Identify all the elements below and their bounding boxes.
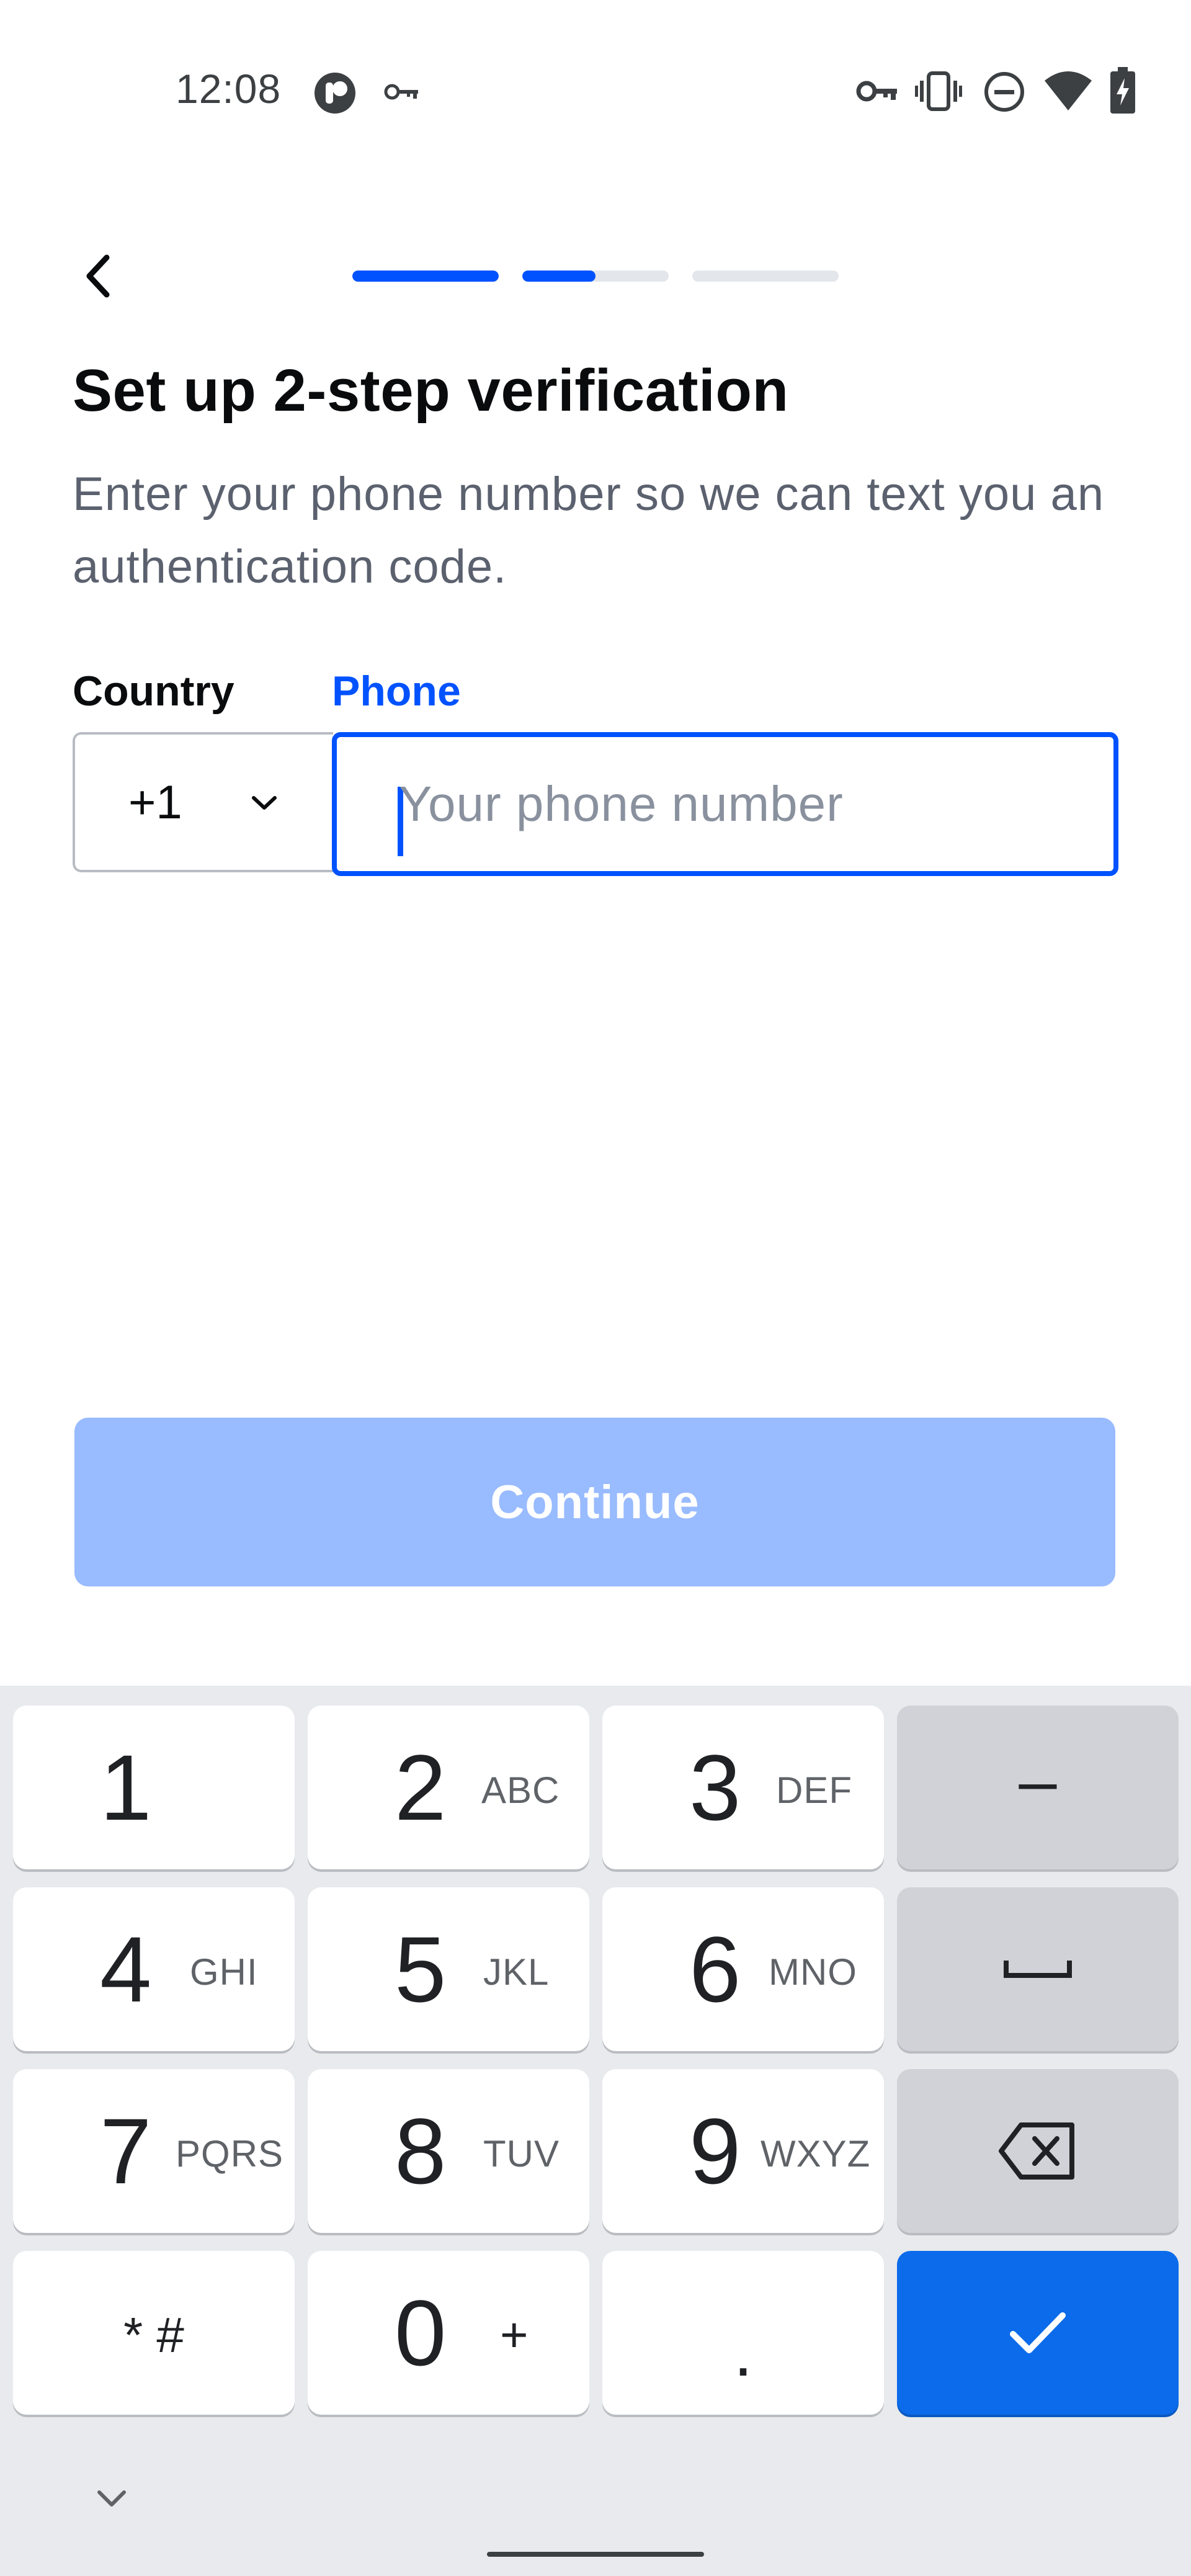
key-digit: 1 <box>100 1735 152 1840</box>
key-7[interactable]: 7 PQRS <box>13 2069 295 2233</box>
page-title: Set up 2-step verification <box>73 357 789 424</box>
key-1[interactable]: 1 <box>13 1706 295 1869</box>
key-dash-label: – <box>1019 1743 1057 1819</box>
key-digit: 7 <box>100 2099 152 2203</box>
progress-step-2 <box>522 271 669 282</box>
key-digit: 4 <box>100 1917 152 2021</box>
space-bar-icon <box>1004 1961 1072 1978</box>
key-space[interactable] <box>897 1887 1179 2051</box>
country-label: Country <box>73 668 234 715</box>
phone-label: Phone <box>332 668 461 715</box>
key-digit: 5 <box>395 1917 447 2021</box>
key-3[interactable]: 3 DEF <box>602 1706 884 1869</box>
phone-input[interactable]: Your phone number <box>332 732 1118 876</box>
step-progress <box>352 271 839 282</box>
key-digit: 3 <box>689 1735 741 1840</box>
chevron-down-icon <box>97 2490 126 2507</box>
backspace-icon <box>999 2122 1074 2180</box>
key-8[interactable]: 8 TUV <box>308 2069 589 2233</box>
wifi-icon <box>1045 71 1092 110</box>
key-dash[interactable]: – <box>897 1706 1179 1869</box>
battery-charging-icon <box>1110 67 1135 114</box>
key-digit: 9 <box>689 2099 741 2203</box>
key-digit: 6 <box>689 1917 741 2021</box>
key-digit: 0 <box>395 2281 447 2385</box>
key-letters: JKL <box>483 1951 550 1993</box>
key-enter[interactable] <box>897 2251 1179 2415</box>
numeric-keyboard: 1 2 ABC 3 DEF – 4 GHI 5 JKL 6 MNO 7 PQRS… <box>0 1686 1191 2576</box>
key-letters: WXYZ <box>761 2133 871 2175</box>
key-letters: GHI <box>190 1951 258 1993</box>
status-bar: 12:08 <box>0 0 1191 186</box>
vpn-key-icon <box>384 84 418 100</box>
key-0[interactable]: 0 + <box>308 2251 589 2415</box>
key-dot[interactable]: . <box>602 2251 884 2415</box>
key-digit: 2 <box>395 1735 447 1840</box>
progress-step-3 <box>692 271 839 282</box>
key-6[interactable]: 6 MNO <box>602 1887 884 2051</box>
chevron-down-icon <box>252 796 277 810</box>
hide-keyboard-button[interactable] <box>93 2486 143 2523</box>
key-4[interactable]: 4 GHI <box>13 1887 295 2051</box>
key-9[interactable]: 9 WXYZ <box>602 2069 884 2233</box>
vpn-key-icon <box>856 81 897 102</box>
key-symbols[interactable]: * # <box>13 2251 295 2415</box>
gesture-nav-handle[interactable] <box>487 2552 704 2557</box>
checkmark-icon <box>1010 2312 1066 2353</box>
key-2[interactable]: 2 ABC <box>308 1706 589 1869</box>
progress-step-1 <box>352 271 499 282</box>
key-symbols-label: * # <box>123 2307 184 2363</box>
key-digit: 8 <box>395 2099 447 2203</box>
country-code-select[interactable]: +1 <box>73 732 333 872</box>
phone-placeholder: Your phone number <box>399 776 844 831</box>
continue-label: Continue <box>490 1475 700 1529</box>
vibrate-icon <box>915 71 962 111</box>
back-button[interactable] <box>68 245 127 307</box>
status-time: 12:08 <box>176 66 282 112</box>
key-5[interactable]: 5 JKL <box>308 1887 589 2051</box>
country-code-value: +1 <box>128 776 182 829</box>
key-letters: MNO <box>769 1951 857 1993</box>
key-letters: ABC <box>481 1769 560 1811</box>
do-not-disturb-icon <box>984 72 1024 112</box>
key-letters: TUV <box>483 2133 560 2175</box>
app-badge-icon <box>314 73 355 114</box>
key-letters: + <box>500 2307 529 2362</box>
key-backspace[interactable] <box>897 2069 1179 2233</box>
key-letters: PQRS <box>176 2133 284 2175</box>
chevron-left-icon <box>86 254 109 298</box>
key-dot-label: . <box>733 2314 753 2390</box>
page-subtitle: Enter your phone number so we can text y… <box>73 468 1105 593</box>
key-letters: DEF <box>776 1769 852 1811</box>
continue-button[interactable]: Continue <box>74 1418 1115 1586</box>
